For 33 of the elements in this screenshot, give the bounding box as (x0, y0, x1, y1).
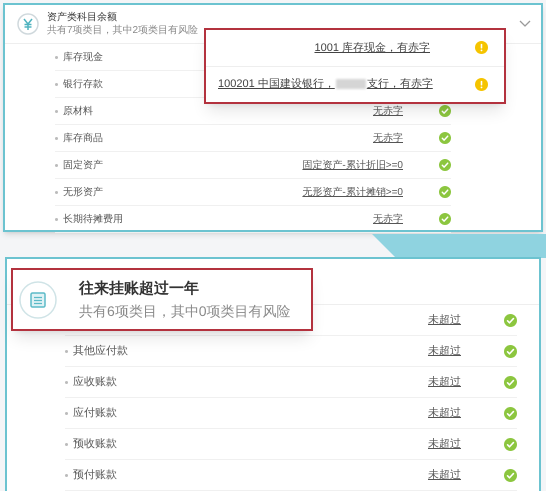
document-icon (19, 280, 57, 318)
panel-title: 资产类科目余额 (47, 11, 118, 24)
risk-link[interactable]: 100201 中国建设银行， (218, 76, 335, 92)
item-label: 长期待摊费用 (63, 212, 123, 226)
item-label: 应收账款 (73, 374, 117, 390)
risk-link[interactable]: 1001 库存现金，有赤字 (314, 40, 430, 56)
result-link[interactable]: 未超过 (428, 312, 461, 328)
item-label: 原材料 (63, 104, 93, 118)
item-label: 库存现金 (63, 50, 103, 64)
risk-link[interactable]: 支行，有赤字 (366, 76, 433, 92)
callout-title: 往来挂账超过一年 (79, 278, 200, 298)
result-link[interactable]: 未超过 (428, 466, 461, 484)
item-label: 固定资产 (63, 158, 103, 172)
callout-subtitle: 共有6项类目，其中0项类目有风险 (79, 302, 291, 320)
result-link[interactable]: 未超过 (428, 374, 461, 390)
item-label: 其他应付款 (73, 344, 128, 359)
chevron-icon (519, 20, 531, 28)
panel-subtitle: 共有7项类目，其中2项类目有风险 (47, 24, 198, 37)
result-link[interactable]: 无形资产-累计摊销>=0 (302, 184, 403, 200)
result-link[interactable]: 无赤字 (373, 130, 403, 146)
item-label: 银行存款 (63, 78, 103, 92)
item-label: 应付账款 (73, 406, 117, 421)
item-label: 预付账款 (73, 468, 117, 483)
item-label: 无形资产 (63, 186, 103, 200)
item-label: 库存商品 (63, 132, 103, 146)
yuan-icon (17, 13, 39, 35)
result-link[interactable]: 固定资产-累计折旧>=0 (302, 158, 403, 172)
result-link[interactable]: 未超过 (428, 436, 461, 452)
item-label: 预收账款 (73, 436, 117, 452)
result-link[interactable]: 未超过 (428, 342, 461, 360)
result-link[interactable]: 无赤字 (373, 212, 403, 226)
result-link[interactable]: 无赤字 (373, 104, 403, 118)
result-link[interactable]: 未超过 (428, 404, 461, 422)
